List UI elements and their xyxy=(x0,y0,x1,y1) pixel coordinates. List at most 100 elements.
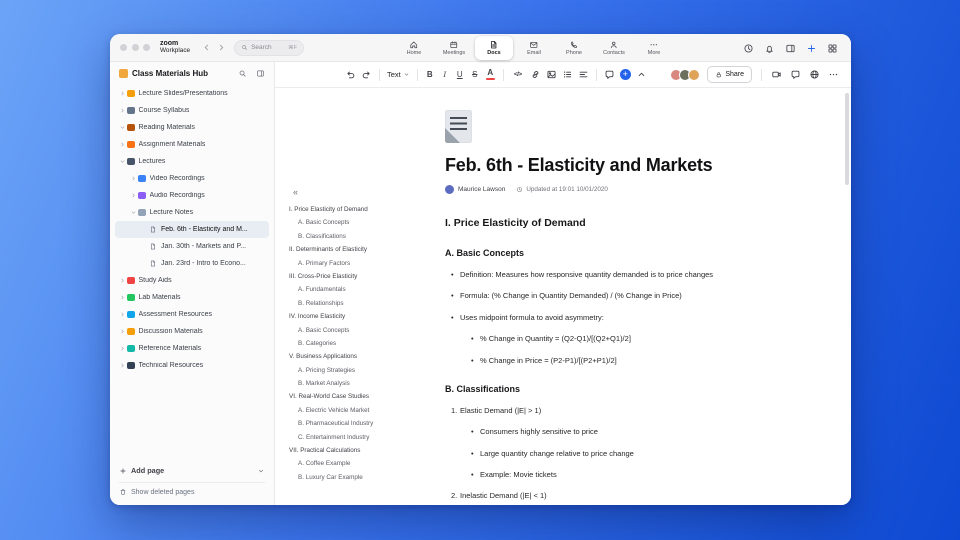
minimize-button[interactable] xyxy=(131,44,139,51)
font-color-button[interactable]: A xyxy=(485,69,496,80)
chevron-right-icon[interactable] xyxy=(128,175,138,182)
underline-button[interactable]: U xyxy=(455,69,465,80)
globe-button[interactable] xyxy=(809,69,820,80)
tree-item-assessment-resources[interactable]: Assessment Resources xyxy=(115,306,269,323)
insert-button[interactable]: + xyxy=(619,69,631,80)
chevron-up-button[interactable] xyxy=(636,69,647,80)
clock-button[interactable] xyxy=(743,43,754,54)
tree-item-feb-6th-elasticity-and-m[interactable]: Feb. 6th - Elasticity and M... xyxy=(115,221,269,238)
toc-item[interactable]: I. Price Elasticity of Demand xyxy=(289,206,401,213)
tree-item-lecture-notes[interactable]: Lecture Notes xyxy=(115,204,269,221)
tree-item-audio-recordings[interactable]: Audio Recordings xyxy=(115,187,269,204)
toc-item[interactable]: B. Luxury Car Example xyxy=(289,474,401,481)
bullet-list-button[interactable] xyxy=(562,69,573,80)
back-button[interactable] xyxy=(201,42,212,53)
tree-item-video-recordings[interactable]: Video Recordings xyxy=(115,170,269,187)
chat-button[interactable] xyxy=(790,69,801,80)
collaborator-avatar[interactable] xyxy=(687,68,700,81)
tree-item-lectures[interactable]: Lectures xyxy=(115,153,269,170)
document-area[interactable]: « I. Price Elasticity of Demand A. Basic … xyxy=(275,88,851,505)
show-deleted-pages-button[interactable]: Show deleted pages xyxy=(119,482,265,499)
toc-item[interactable]: A. Fundamentals xyxy=(289,286,401,293)
maximize-button[interactable] xyxy=(143,44,150,51)
toc-item[interactable]: B. Classifications xyxy=(289,233,401,240)
undo-button[interactable] xyxy=(345,69,356,80)
tree-item-jan-30th-markets-and-p[interactable]: Jan. 30th - Markets and P... xyxy=(115,238,269,255)
tree-item-technical-resources[interactable]: Technical Resources xyxy=(115,357,269,374)
plus-button[interactable] xyxy=(806,43,817,54)
toc-item[interactable]: A. Basic Concepts xyxy=(289,219,401,226)
toc-item[interactable]: B. Relationships xyxy=(289,300,401,307)
chevron-right-icon[interactable] xyxy=(128,192,138,199)
more-button[interactable] xyxy=(828,69,839,80)
tree-item-jan-23rd-intro-to-econo[interactable]: Jan. 23rd - Intro to Econo... xyxy=(115,255,269,272)
toc-item[interactable]: C. Entertainment Industry xyxy=(289,434,401,441)
comment-button[interactable] xyxy=(604,69,615,80)
nav-tab-email[interactable]: Email xyxy=(515,36,553,60)
scrollbar[interactable] xyxy=(845,93,849,185)
chevron-right-icon[interactable] xyxy=(117,277,127,284)
align-button[interactable] xyxy=(578,69,589,80)
toc-item[interactable]: A. Pricing Strategies xyxy=(289,367,401,374)
tree-item-reading-materials[interactable]: Reading Materials xyxy=(115,119,269,136)
panel-button[interactable] xyxy=(785,43,796,54)
toc-item[interactable]: VI. Real-World Case Studies xyxy=(289,393,401,400)
toc-item[interactable]: A. Coffee Example xyxy=(289,460,401,467)
tree-item-discussion-materials[interactable]: Discussion Materials xyxy=(115,323,269,340)
chevron-right-icon[interactable] xyxy=(117,345,127,352)
chevron-right-icon[interactable] xyxy=(117,328,127,335)
nav-tab-meetings[interactable]: Meetings xyxy=(435,36,473,60)
tree-item-course-syllabus[interactable]: Course Syllabus xyxy=(115,102,269,119)
chevron-down-icon[interactable] xyxy=(128,209,138,216)
camera-button[interactable] xyxy=(771,69,782,80)
sidebar-search-icon[interactable] xyxy=(238,69,247,78)
nav-tab-home[interactable]: Home xyxy=(395,36,433,60)
share-button[interactable]: Share xyxy=(706,66,752,83)
toc-item[interactable]: V. Business Applications xyxy=(289,353,401,360)
chevron-down-icon[interactable] xyxy=(117,158,127,165)
sidebar-collapse-icon[interactable] xyxy=(256,69,265,78)
close-button[interactable] xyxy=(120,44,127,51)
search-input[interactable] xyxy=(251,44,286,51)
add-page-button[interactable]: Add page xyxy=(119,462,265,479)
nav-tab-phone[interactable]: Phone xyxy=(555,36,593,60)
nav-tab-contacts[interactable]: Contacts xyxy=(595,36,633,60)
chevron-down-icon[interactable] xyxy=(257,467,265,475)
chevron-right-icon[interactable] xyxy=(117,107,127,114)
toc-item[interactable]: II. Determinants of Elasticity xyxy=(289,246,401,253)
strikethrough-button[interactable]: S xyxy=(470,69,480,80)
toc-item[interactable]: IV. Income Elasticity xyxy=(289,313,401,320)
chevron-down-icon[interactable] xyxy=(117,124,127,131)
chevron-right-icon[interactable] xyxy=(117,294,127,301)
toc-item[interactable]: B. Categories xyxy=(289,340,401,347)
toc-item[interactable]: A. Primary Factors xyxy=(289,260,401,267)
global-search[interactable]: ⌘F xyxy=(234,39,305,56)
toc-item[interactable]: B. Market Analysis xyxy=(289,380,401,387)
bold-button[interactable]: B xyxy=(425,69,435,80)
toc-item[interactable]: III. Cross-Price Elasticity xyxy=(289,273,401,280)
tree-item-lecture-slides-presentations[interactable]: Lecture Slides/Presentations xyxy=(115,85,269,102)
bell-button[interactable] xyxy=(764,43,775,54)
redo-button[interactable] xyxy=(361,69,372,80)
tree-item-reference-materials[interactable]: Reference Materials xyxy=(115,340,269,357)
italic-button[interactable]: I xyxy=(440,69,450,80)
chevron-right-icon[interactable] xyxy=(117,141,127,148)
toc-collapse-button[interactable]: « xyxy=(293,188,298,197)
toc-item[interactable]: B. Pharmaceutical Industry xyxy=(289,420,401,427)
toc-item[interactable]: A. Electric Vehicle Market xyxy=(289,407,401,414)
forward-button[interactable] xyxy=(216,42,227,53)
text-style-dropdown[interactable]: Text xyxy=(387,70,410,79)
nav-tab-more[interactable]: More xyxy=(635,36,673,60)
nav-tab-docs[interactable]: Docs xyxy=(475,36,513,60)
code-button[interactable]: </> xyxy=(511,69,525,80)
grid-button[interactable] xyxy=(827,43,838,54)
link-button[interactable] xyxy=(530,69,541,80)
tree-item-study-aids[interactable]: Study Aids xyxy=(115,272,269,289)
document-body[interactable]: I. Price Elasticity of Demand A. Basic Co… xyxy=(445,217,777,501)
tree-item-assignment-materials[interactable]: Assignment Materials xyxy=(115,136,269,153)
chevron-right-icon[interactable] xyxy=(117,311,127,318)
chevron-right-icon[interactable] xyxy=(117,90,127,97)
tree-item-lab-materials[interactable]: Lab Materials xyxy=(115,289,269,306)
document-title[interactable]: Feb. 6th - Elasticity and Markets xyxy=(445,155,777,176)
chevron-right-icon[interactable] xyxy=(117,362,127,369)
